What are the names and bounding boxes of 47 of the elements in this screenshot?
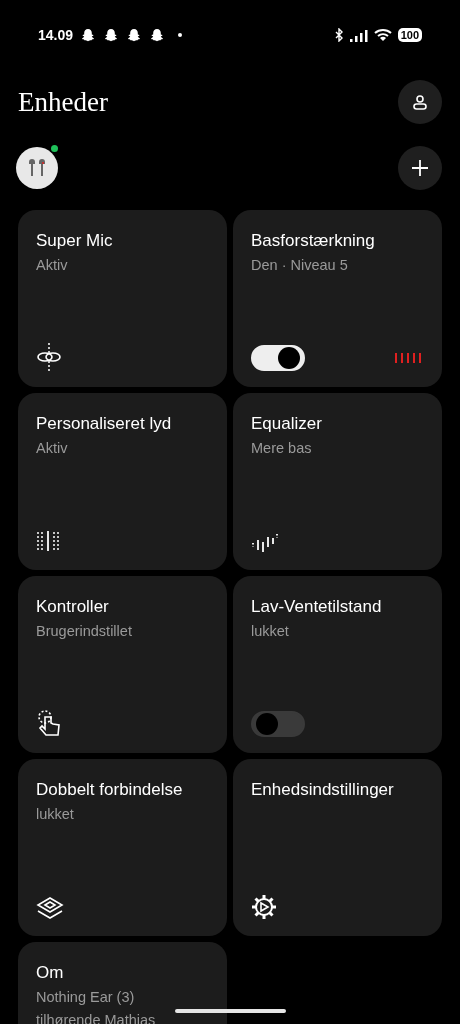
card-subtitle: Aktiv [36,439,69,458]
card-title: Enhedsindstillinger [251,779,395,801]
card-title: Om [36,962,65,984]
ghost-icon [127,28,142,42]
status-time: 14.09 [38,25,74,45]
linked-rings-icon [36,343,62,371]
card-title: Dobbelt forbindelse [36,779,184,801]
settings-icon [251,894,277,920]
card-subtitle: Den · Niveau 5 [251,256,349,275]
settings-card[interactable]: Dobbelt forbindelse lukket [18,759,227,936]
card-title: Equalizer [251,413,323,435]
card-subtitle: Nothing Ear (3) [36,988,136,1007]
card-subtitle: Aktiv [36,256,69,275]
layers-icon [36,896,64,920]
add-button[interactable] [398,146,442,190]
card-title: Lav-Ventetilstand [251,596,383,618]
plus-icon [411,159,429,177]
wifi-icon [373,28,392,42]
settings-card[interactable]: Super Mic Aktiv [18,210,227,387]
equalizer-icon [251,532,279,554]
bluetooth-icon [333,28,344,42]
settings-card[interactable]: Enhedsindstillinger [233,759,442,936]
settings-card[interactable]: Basforstærkning Den · Niveau 5 [233,210,442,387]
page-title: Enheder [18,85,108,119]
signal-icon [349,28,368,42]
dot-matrix-icon [36,528,60,554]
toggle-switch[interactable] [251,711,305,737]
card-subtitle: Mere bas [251,439,313,458]
ghost-icon [104,28,119,42]
person-icon [412,94,428,110]
card-subtitle: Brugerindstillet [36,622,133,641]
card-subtitle: lukket [251,622,290,641]
card-title: Basforstærkning [251,230,376,252]
card-title: Kontroller [36,596,110,618]
settings-card[interactable]: Equalizer Mere bas [233,393,442,570]
card-subtitle: lukket [36,805,75,824]
settings-card[interactable]: Lav-Ventetilstand lukket [233,576,442,753]
card-title: Personaliseret lyd [36,413,173,435]
ghost-icon [150,28,165,42]
settings-card[interactable]: Personaliseret lyd Aktiv [18,393,227,570]
ghost-icon [81,28,96,42]
device-avatar[interactable] [16,147,58,189]
card-title: Super Mic [36,230,114,252]
profile-button[interactable] [398,80,442,124]
earbuds-icon [26,159,48,177]
battery-indicator: 100 [397,28,422,42]
settings-card[interactable]: Kontroller Brugerindstillet [18,576,227,753]
